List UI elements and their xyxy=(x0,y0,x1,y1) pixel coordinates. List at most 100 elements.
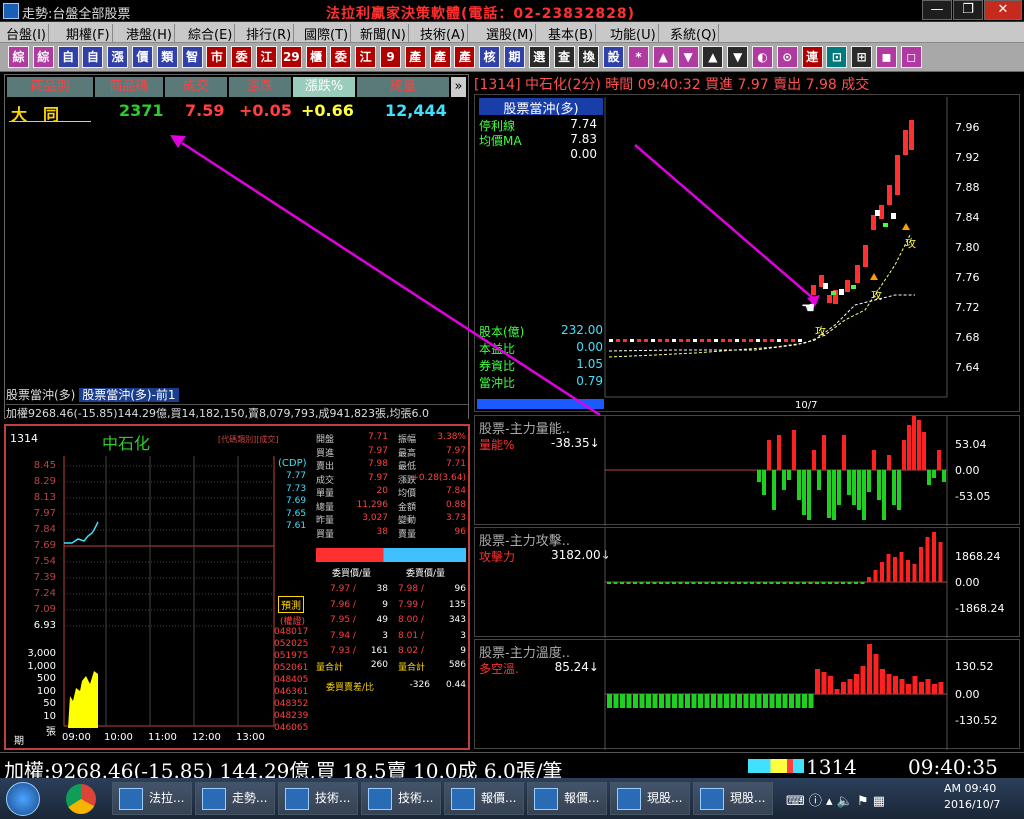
scroll-right-button[interactable]: » xyxy=(451,77,466,97)
close-button[interactable]: ✕ xyxy=(984,0,1022,20)
menu-item-1[interactable]: 期權(F) xyxy=(64,24,113,43)
attack-bar xyxy=(750,582,754,584)
tab-daytrade-long-prev[interactable]: 股票當沖(多)-前1 xyxy=(79,388,179,402)
menu-item-6[interactable]: 新聞(N) xyxy=(358,24,409,43)
candle xyxy=(721,339,725,342)
taskbar-item[interactable]: 現股... xyxy=(610,782,690,815)
menu-item-8[interactable]: 選股(M) xyxy=(484,24,537,43)
rights-list[interactable]: 048017 052025 051975 052061 048405 046361 0483… xyxy=(274,626,308,734)
toolbar-button-13[interactable]: 委 xyxy=(330,46,352,68)
temperature-bar xyxy=(639,694,645,708)
toolbar-button-26[interactable]: ▲ xyxy=(652,46,674,68)
menu-item-0[interactable]: 台盤(I) xyxy=(4,24,49,43)
attack-bar xyxy=(652,582,657,584)
taskbar-item[interactable]: 法拉... xyxy=(112,782,192,815)
menu-item-3[interactable]: 綜合(E) xyxy=(186,24,236,43)
toolbar-button-12[interactable]: 櫃 xyxy=(305,46,327,68)
col-header-change[interactable]: 漲跌 xyxy=(229,77,291,97)
menu-item-4[interactable]: 排行(R) xyxy=(244,24,295,43)
menu-item-9[interactable]: 基本(B) xyxy=(546,24,597,43)
chrome-icon[interactable] xyxy=(66,784,96,814)
toolbar-button-1[interactable]: 綜 xyxy=(32,46,54,68)
toolbar-button-15[interactable]: 9 xyxy=(380,46,401,68)
clock-date[interactable]: 2016/10/7 xyxy=(944,798,1000,811)
toolbar-button-7[interactable]: 智 xyxy=(181,46,203,68)
toolbar-button-5[interactable]: 價 xyxy=(132,46,153,68)
col-header-volume[interactable]: 總量 xyxy=(357,77,449,97)
col-header-code[interactable]: 商品碼 xyxy=(95,77,163,97)
tray-icons[interactable]: ⌨ ⓘ ▴ 🔈 ⚑ ▦ xyxy=(786,790,926,809)
toolbar-button-20[interactable]: 期 xyxy=(504,46,525,68)
toolbar-button-34[interactable]: ⊞ xyxy=(851,46,873,68)
toolbar-button-6[interactable]: 類 xyxy=(156,46,178,68)
maximize-button[interactable]: ❐ xyxy=(953,0,983,20)
toolbar-button-22[interactable]: 查 xyxy=(553,46,575,68)
toolbar-button-33[interactable]: ⊡ xyxy=(826,46,848,68)
candle xyxy=(851,285,856,289)
toolbar-button-23[interactable]: 換 xyxy=(578,46,600,68)
main-kline-pane[interactable]: 股票當沖(多) 停利線 7.74 均價MA 7.83 0.00 股本(億) 232.00 本… xyxy=(474,94,1020,412)
toolbar-button-28[interactable]: ▲ xyxy=(702,46,724,68)
toolbar-button-19[interactable]: 核 xyxy=(479,46,501,68)
toolbar-button-8[interactable]: 市 xyxy=(206,46,228,68)
toolbar-button-30[interactable]: ◐ xyxy=(752,46,773,68)
attack-bar xyxy=(873,570,878,582)
toolbar-button-21[interactable]: 選 xyxy=(528,46,550,68)
col-header-name[interactable]: 商品別 xyxy=(7,77,93,97)
predict-button[interactable]: 預測 xyxy=(278,596,304,613)
toolbar-button-11[interactable]: 29 xyxy=(280,46,302,68)
toolbar-button-27[interactable]: ▼ xyxy=(677,46,699,68)
taskbar-item[interactable]: 技術... xyxy=(278,782,358,815)
toolbar-button-0[interactable]: 綜 xyxy=(8,46,29,68)
toolbar-button-4[interactable]: 漲 xyxy=(107,46,129,68)
temperature-bar xyxy=(743,694,749,708)
toolbar-button-31[interactable]: ⊙ xyxy=(776,46,798,68)
attack-bar xyxy=(776,582,780,584)
minimize-button[interactable]: — xyxy=(922,0,952,20)
menu-item-7[interactable]: 技術(A) xyxy=(418,24,469,43)
candle xyxy=(875,210,880,216)
taskbar-item[interactable]: 技術... xyxy=(361,782,441,815)
toolbar-button-3[interactable]: 自 xyxy=(82,46,104,68)
attack-bar xyxy=(815,582,819,584)
taskbar-item[interactable]: 報價... xyxy=(527,782,607,815)
toolbar-button-29[interactable]: ▼ xyxy=(727,46,749,68)
toolbar-button-2[interactable]: 自 xyxy=(57,46,79,68)
volume-energy-bar xyxy=(782,470,786,490)
toolbar-button-9[interactable]: 委 xyxy=(231,46,253,68)
toolbar-button-16[interactable]: 產 xyxy=(404,46,426,68)
taskbar-item[interactable]: 走勢... xyxy=(195,782,275,815)
sub-pane-volume-energy[interactable]: 股票-主力量能.. 量能% -38.35↓ 53.04 0.00 -53.05 xyxy=(474,415,1020,526)
start-button-icon[interactable] xyxy=(6,782,40,816)
taskbar-item[interactable]: 報價... xyxy=(444,782,524,815)
attack-bar xyxy=(613,582,618,584)
toolbar-button-10[interactable]: 江 xyxy=(256,46,277,68)
volume-energy-bar xyxy=(902,440,906,470)
menu-item-5[interactable]: 國際(T) xyxy=(302,24,352,43)
menu-item-10[interactable]: 功能(U) xyxy=(608,24,659,43)
toolbar-button-32[interactable]: 連 xyxy=(801,46,823,68)
toolbar-button-25[interactable]: * xyxy=(628,46,649,68)
menu-item-2[interactable]: 港盤(H) xyxy=(124,24,175,43)
candlestick-chart: 攻 攻 攻 xyxy=(477,97,948,409)
sub-pane-temperature[interactable]: 股票-主力溫度.. 多空溫. 85.24↓ 130.52 0.00 -130.5… xyxy=(474,639,1020,750)
menu-item-11[interactable]: 系統(Q) xyxy=(668,24,720,43)
toolbar-button-36[interactable]: ◻ xyxy=(900,46,922,68)
toolbar-button-24[interactable]: 設 xyxy=(603,46,625,68)
col-header-pct[interactable]: 漲跌% xyxy=(293,77,355,97)
toolbar-button-17[interactable]: 產 xyxy=(429,46,451,68)
toolbar-button-18[interactable]: 產 xyxy=(454,46,476,68)
status-bar: 加權:9268.46(-15.85) 144.29億,買 18.5賣 10.0成… xyxy=(0,752,1024,783)
taskbar-item[interactable]: 現股... xyxy=(693,782,773,815)
temperature-bar xyxy=(652,694,658,708)
tab-daytrade-long[interactable]: 股票當沖(多) xyxy=(6,388,75,402)
temperature-bar xyxy=(867,644,872,694)
toolbar-button-35[interactable]: ◼ xyxy=(876,46,897,68)
col-header-price[interactable]: 成交 xyxy=(165,77,227,97)
clock-time[interactable]: AM 09:40 xyxy=(944,782,996,795)
temperature-bar xyxy=(821,672,827,694)
attack-tag-2: 攻 xyxy=(871,288,882,302)
sub-pane-attack[interactable]: 股票-主力攻擊.. 攻擊力 3182.00↓ 1868.24 0.00 -186… xyxy=(474,527,1020,638)
candle xyxy=(770,339,774,342)
toolbar-button-14[interactable]: 江 xyxy=(355,46,377,68)
